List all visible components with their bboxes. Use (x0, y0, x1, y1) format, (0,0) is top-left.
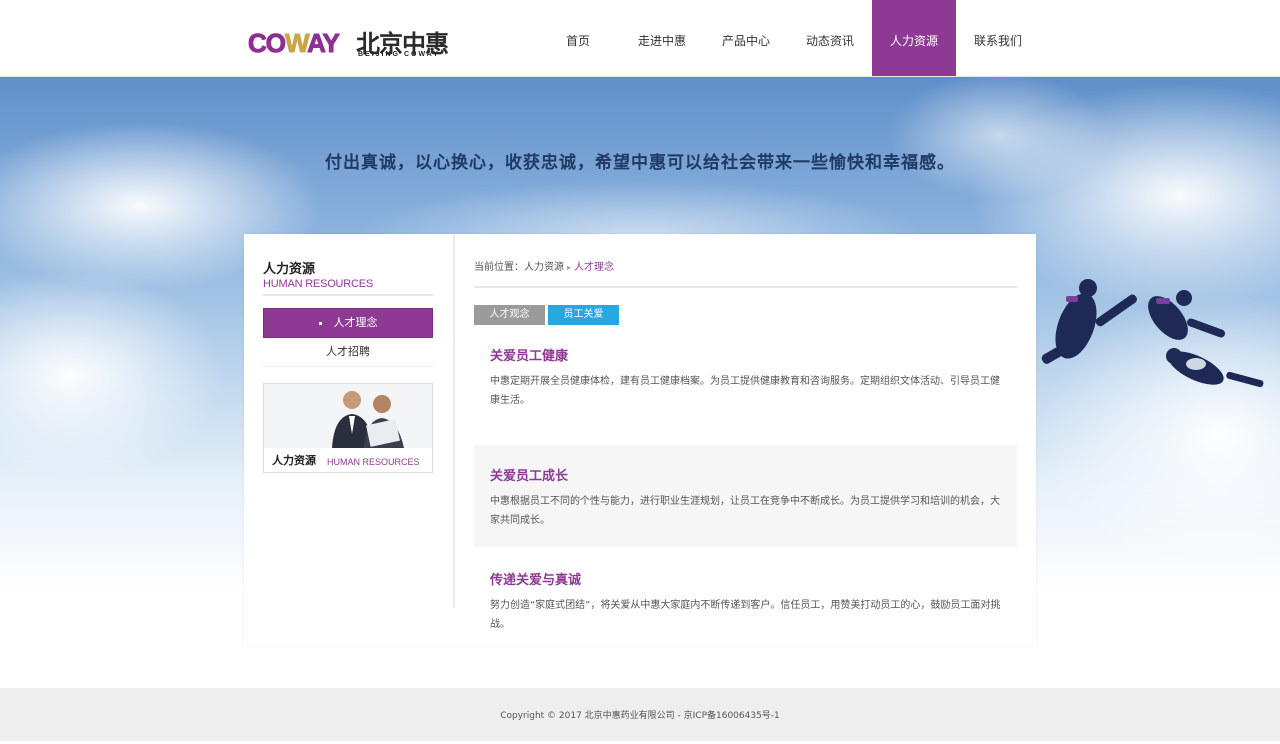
site-footer: Copyright © 2017 北京中惠药业有限公司 - 京ICP备16006… (0, 688, 1280, 741)
sidebar: 人力资源 HUMAN RESOURCES 人才理念 人才招聘 人力资源 HUMA… (263, 258, 433, 473)
sidebar-item-talent-philosophy[interactable]: 人才理念 (263, 308, 433, 338)
breadcrumb: 当前位置：人力资源 ▸ 人才理念 (474, 258, 1017, 278)
promo-caption-en: HUMAN RESOURCES (327, 457, 420, 467)
section-body: 努力创造“家庭式团结”，将关爱从中惠大家庭内不断传递到客户。信任员工，用赞美打动… (490, 600, 1001, 630)
breadcrumb-current: 人才理念 (574, 262, 615, 273)
main-content: 当前位置：人力资源 ▸ 人才理念 人才观念 员工关爱 关爱员工健康 中惠定期开展全员… (474, 258, 1017, 655)
skydivers-illustration (1041, 279, 1264, 388)
section-title: 关爱员工健康 (490, 349, 569, 364)
bullet-icon (318, 321, 322, 325)
content-tabs: 人才观念 员工关爱 (474, 305, 1017, 325)
section-title: 传递关爱与真诚 (490, 573, 582, 588)
breadcrumb-prefix: 当前位置： (474, 262, 524, 273)
section-title: 关爱员工成长 (490, 469, 569, 484)
tab-employee-care[interactable]: 员工关爱 (548, 305, 619, 325)
nav-item-news[interactable]: 动态资讯 (788, 0, 872, 76)
sidebar-subtitle: HUMAN RESOURCES (263, 278, 374, 290)
main-nav: 首页 走进中惠 产品中心 动态资讯 人力资源 联系我们 (536, 0, 1040, 76)
banner-slogan: 付出真诚，以心换心，收获忠诚，希望中惠可以给社会带来一些愉快和幸福感。 (325, 153, 955, 173)
logo-subtitle: BEIJING COWAY (358, 51, 440, 58)
sidebar-item-label: 人才招聘 (326, 345, 370, 358)
breadcrumb-arrow-icon: ▸ (567, 263, 572, 272)
section-sincerity: 传递关爱与真诚 努力创造“家庭式团结”，将关爱从中惠大家庭内不断传递到客户。信任… (474, 551, 1017, 655)
nav-item-products[interactable]: 产品中心 (704, 0, 788, 76)
nav-item-contact[interactable]: 联系我们 (956, 0, 1040, 76)
sidebar-item-recruitment[interactable]: 人才招聘 (263, 338, 433, 367)
breadcrumb-divider (474, 286, 1017, 288)
sidebar-divider (263, 294, 433, 296)
nav-item-hr[interactable]: 人力资源 (872, 0, 956, 76)
tab-talent-concept[interactable]: 人才观念 (474, 305, 545, 325)
section-body: 中惠根据员工不同的个性与能力，进行职业生涯规划，让员工在竞争中不断成长。为员工提… (490, 496, 1000, 526)
promo-caption-cn: 人力资源 (272, 454, 316, 467)
section-body: 中惠定期开展全员健康体检，建有员工健康档案。为员工提供健康教育和咨询服务。定期组… (490, 376, 1000, 406)
site-header: COWAY 北京中惠 BEIJING COWAY 首页 走进中惠 产品中心 动态… (0, 0, 1280, 77)
copyright-text: Copyright © 2017 北京中惠药业有限公司 - 京ICP备16006… (500, 711, 780, 721)
hr-promo-banner[interactable]: 人力资源 HUMAN RESOURCES (263, 383, 433, 473)
breadcrumb-hr-link[interactable]: 人力资源 (524, 262, 564, 273)
nav-item-home[interactable]: 首页 (536, 0, 620, 76)
sidebar-menu: 人才理念 人才招聘 (263, 308, 433, 367)
logo-wordmark: COWAY (248, 28, 341, 59)
column-divider (453, 234, 455, 608)
sidebar-title: 人力资源 (263, 262, 316, 277)
content-panel: 人力资源 HUMAN RESOURCES 人才理念 人才招聘 人力资源 HUMA… (244, 234, 1036, 646)
care-sections: 关爱员工健康 中惠定期开展全员健康体检，建有员工健康档案。为员工提供健康教育和咨… (474, 333, 1017, 655)
businessmen-photo (264, 384, 432, 448)
section-health: 关爱员工健康 中惠定期开展全员健康体检，建有员工健康档案。为员工提供健康教育和咨… (474, 333, 1017, 441)
section-growth: 关爱员工成长 中惠根据员工不同的个性与能力，进行职业生涯规划，让员工在竞争中不断… (474, 445, 1017, 547)
nav-item-about[interactable]: 走进中惠 (620, 0, 704, 76)
sidebar-item-label: 人才理念 (333, 316, 378, 329)
